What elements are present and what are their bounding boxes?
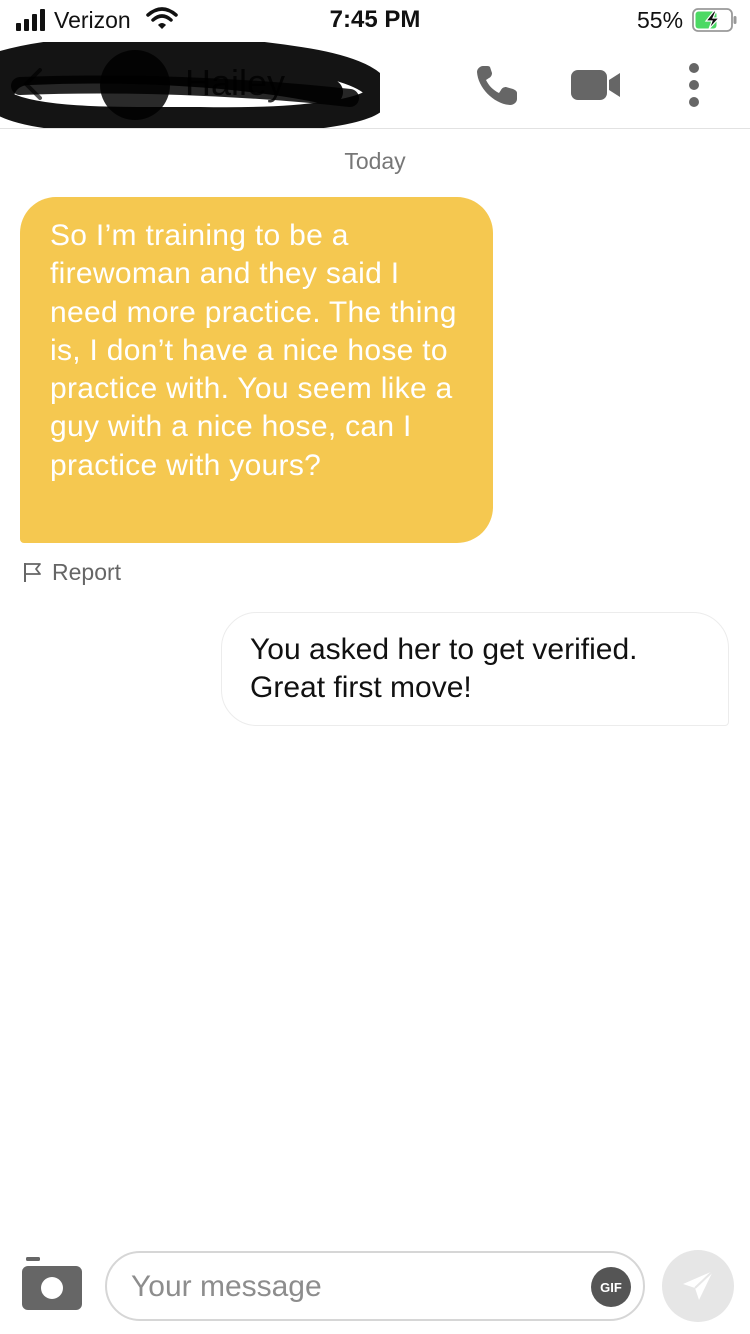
send-button[interactable] <box>662 1250 734 1322</box>
outgoing-message-bubble[interactable]: You asked her to get verified. Great fir… <box>221 612 729 726</box>
chat-header: Hailey <box>0 42 750 129</box>
status-bar: Verizon 7:45 PM 55% <box>0 0 750 40</box>
report-label[interactable]: Report <box>52 559 121 586</box>
flag-icon <box>24 563 41 582</box>
message-input[interactable] <box>129 1263 573 1311</box>
more-vertical-icon[interactable] <box>680 62 708 108</box>
video-camera-icon[interactable] <box>570 68 622 102</box>
date-separator: Today <box>344 148 406 174</box>
redaction-scribble <box>0 42 380 128</box>
phone-icon[interactable] <box>474 62 520 108</box>
camera-icon[interactable] <box>20 1256 84 1312</box>
message-input-container[interactable]: GIF <box>105 1251 645 1321</box>
battery-charging-icon <box>692 8 737 32</box>
battery-percent: 55% <box>637 7 684 33</box>
incoming-message-bubble[interactable]: So I’m training to be a firewoman and th… <box>20 197 493 543</box>
report-link[interactable]: Report <box>22 557 121 587</box>
send-icon <box>683 1270 714 1300</box>
gif-button[interactable]: GIF <box>591 1267 631 1307</box>
